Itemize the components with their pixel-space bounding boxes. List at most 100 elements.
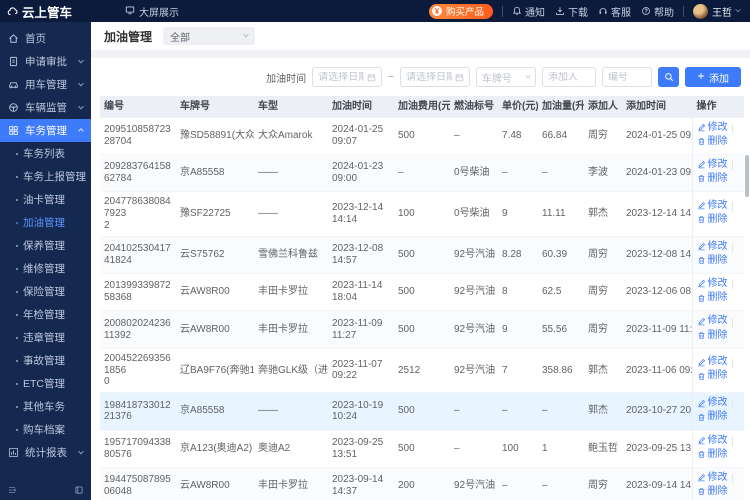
trash-icon [697, 137, 706, 146]
cell-fuel: 92号汽油 [450, 310, 498, 349]
delete-button[interactable]: 删除 [697, 292, 728, 304]
date-end-input[interactable] [406, 71, 452, 83]
table-row: 19447508789506048 云AW8R00 丰田卡罗拉 2023-09-14 … [100, 467, 744, 500]
operation-divider [731, 358, 733, 368]
add-button[interactable]: 添加 [685, 67, 741, 87]
delete-button[interactable]: 删除 [697, 411, 728, 423]
plate-select[interactable]: 车牌号 [476, 67, 536, 87]
cell-adder: 郭杰 [584, 392, 622, 431]
sidebar-item-车务列表[interactable]: 车务列表 [0, 142, 91, 165]
sidebar-item-统计报表[interactable]: 统计报表 [0, 441, 91, 464]
column-header: 加油费用(元) [394, 96, 450, 118]
delete-button[interactable]: 删除 [697, 255, 728, 267]
cell-time: 2023-11-14 18:04 [328, 273, 394, 312]
delete-button[interactable]: 删除 [697, 136, 728, 148]
sidebar-item-油卡管理[interactable]: 油卡管理 [0, 188, 91, 211]
sidebar-item-ETC管理[interactable]: ETC管理 [0, 372, 91, 395]
sidebar-item-保养管理[interactable]: 保养管理 [0, 234, 91, 257]
sidebar-item-用车管理[interactable]: 用车管理 [0, 73, 91, 96]
status-filter-select[interactable]: 全部 [163, 27, 256, 45]
sidebar-item-label: 车务列表 [23, 148, 65, 160]
edit-button[interactable]: 修改 [697, 435, 728, 447]
cell-id: 20139933987258368 [100, 273, 176, 312]
adder-input[interactable] [548, 71, 590, 83]
trash-icon [697, 256, 706, 265]
sidebar-item-label: 车务上报管理 [23, 171, 86, 183]
trash-icon [697, 294, 706, 303]
edit-button[interactable]: 修改 [697, 278, 728, 290]
sidebar-item-label: 申请审批 [25, 56, 67, 68]
user-name: 王哲 [712, 7, 732, 19]
steering-icon [8, 102, 19, 113]
screen-cast-button[interactable]: 大屏展示 [125, 4, 179, 19]
edit-button[interactable]: 修改 [697, 159, 728, 171]
sidebar-item-违章管理[interactable]: 违章管理 [0, 326, 91, 349]
cell-price: 8 [498, 273, 538, 312]
fuel-time-label: 加油时间 [266, 73, 307, 85]
delete-button[interactable]: 删除 [697, 214, 728, 226]
chevron-down-icon [78, 448, 84, 454]
sidebar-item-车务管理[interactable]: 车务管理 [0, 119, 91, 142]
column-header: 编号 [100, 96, 176, 118]
topbar-item-bell[interactable]: 通知 [512, 4, 545, 19]
record-id-input[interactable] [608, 71, 646, 83]
edit-button[interactable]: 修改 [697, 356, 728, 368]
delete-button-label: 删除 [707, 135, 728, 147]
delete-button[interactable]: 删除 [697, 330, 728, 342]
record-id-field[interactable] [602, 67, 652, 87]
sidebar-item-保险管理[interactable]: 保险管理 [0, 280, 91, 303]
topbar-actions: ¥ 购买产品 通知 下载 客服 帮助 王哲 [428, 3, 750, 19]
sidebar-item-年检管理[interactable]: 年检管理 [0, 303, 91, 326]
sidebar-item-首页[interactable]: 首页 [0, 27, 91, 50]
edit-button[interactable]: 修改 [697, 472, 728, 484]
delete-button[interactable]: 删除 [697, 173, 728, 185]
topbar-item-headset[interactable]: 客服 [598, 4, 631, 19]
topbar-item-download[interactable]: 下载 [555, 4, 588, 19]
cell-operations: 修改删除 [691, 348, 744, 394]
table-header-row: 编号车牌号车型加油时间加油费用(元)燃油标号单价(元)加油量(升)添加人添加时间… [100, 96, 744, 118]
cell-id: 19841873301221376 [100, 392, 176, 431]
adder-field[interactable] [542, 67, 596, 87]
vertical-scrollbar[interactable] [745, 155, 749, 197]
delete-button-label: 删除 [707, 370, 728, 382]
sidebar-item-车辆监管[interactable]: 车辆监管 [0, 96, 91, 119]
plus-icon [697, 72, 705, 83]
main-area: 加油管理 全部 加油时间 ~ 车牌号 [91, 22, 750, 500]
sidebar-item-其他车务[interactable]: 其他车务 [0, 395, 91, 418]
date-start-field[interactable] [312, 67, 383, 87]
delete-button[interactable]: 删除 [697, 370, 728, 382]
column-header: 添加时间 [622, 96, 692, 118]
cell-model: 大众Amarok [254, 117, 328, 155]
cell-cost: 200 [394, 467, 450, 500]
date-start-input[interactable] [318, 71, 365, 83]
edit-button[interactable]: 修改 [697, 200, 728, 212]
delete-button[interactable]: 删除 [697, 486, 728, 498]
cell-cost: 500 [394, 117, 450, 155]
search-button[interactable] [658, 67, 679, 87]
car-icon [8, 79, 19, 90]
user-menu[interactable]: 王哲 [693, 3, 741, 19]
help-icon [641, 6, 651, 16]
sidebar-item-车务上报管理[interactable]: 车务上报管理 [0, 165, 91, 188]
buy-product-button[interactable]: ¥ 购买产品 [428, 3, 493, 19]
topbar-item-help[interactable]: 帮助 [641, 4, 674, 19]
sidebar-item-事故管理[interactable]: 事故管理 [0, 349, 91, 372]
edit-icon [697, 317, 706, 326]
pin-icon[interactable] [74, 485, 84, 498]
home-icon [8, 33, 19, 44]
sidebar-item-维修管理[interactable]: 维修管理 [0, 257, 91, 280]
edit-button[interactable]: 修改 [697, 315, 728, 327]
collapse-sidebar-icon[interactable] [7, 485, 17, 498]
edit-button[interactable]: 修改 [697, 397, 728, 409]
edit-button[interactable]: 修改 [697, 241, 728, 253]
sidebar-item-label: 年检管理 [23, 309, 65, 321]
edit-button[interactable]: 修改 [697, 122, 728, 134]
sidebar-item-申请审批[interactable]: 申请审批 [0, 50, 91, 73]
chevron-down-icon [735, 6, 741, 13]
sidebar-item-加油管理[interactable]: 加油管理 [0, 211, 91, 234]
cell-plate: 云S75762 [176, 236, 254, 275]
sidebar-item-购车档案[interactable]: 购车档案 [0, 418, 91, 441]
edit-button-label: 修改 [707, 471, 728, 483]
date-end-field[interactable] [400, 67, 470, 87]
delete-button[interactable]: 删除 [697, 449, 728, 461]
